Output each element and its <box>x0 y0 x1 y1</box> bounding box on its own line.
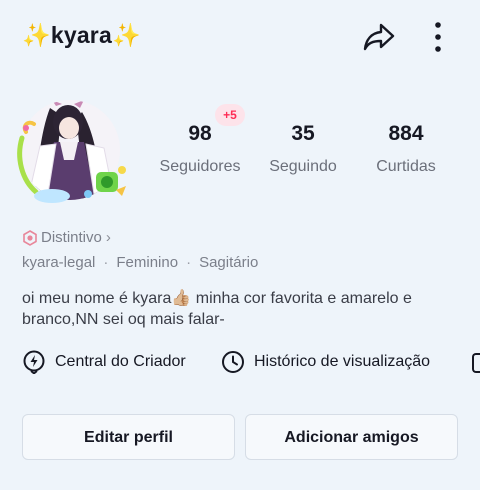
profile-meta: kyara-legal · Feminino · Sagitário <box>22 254 258 271</box>
likes-label: Curtidas <box>376 158 436 175</box>
partial-icon[interactable] <box>472 353 480 373</box>
profile-links: Central do Criador Histórico de visualiz… <box>22 346 480 378</box>
meta-separator: · <box>103 254 109 271</box>
chevron-right-icon: › <box>105 229 111 246</box>
meta-gender: Feminino <box>116 254 179 271</box>
badge-icon <box>23 229 37 246</box>
following-label: Seguindo <box>269 158 337 175</box>
stat-likes[interactable]: 884 Curtidas <box>356 122 456 176</box>
meta-sign: Sagitário <box>199 254 259 271</box>
followers-count: 98 <box>188 122 212 145</box>
more-options-button[interactable] <box>426 20 450 54</box>
creator-center-label: Central do Criador <box>55 353 186 370</box>
following-count: 35 <box>291 122 315 145</box>
watch-history-label: Histórico de visualização <box>254 353 431 370</box>
edit-profile-button[interactable]: Editar perfil <box>22 414 235 460</box>
likes-count: 884 <box>388 122 424 145</box>
distintivo-label: Distintivo <box>41 229 102 246</box>
meta-separator: · <box>186 254 192 271</box>
stat-followers[interactable]: 98 Seguidores <box>150 122 250 176</box>
add-friends-button[interactable]: Adicionar amigos <box>245 414 458 460</box>
profile-bio: oi meu nome é kyara👍🏼 minha cor favorita… <box>22 290 412 328</box>
profile-avatar[interactable] <box>12 98 138 204</box>
creator-center-icon <box>23 350 45 374</box>
meta-handle: kyara-legal <box>22 254 96 271</box>
stat-following[interactable]: 35 Seguindo <box>253 122 353 176</box>
followers-label: Seguidores <box>159 158 241 175</box>
top-bar: ✨kyara✨ <box>0 0 480 74</box>
creator-center-link[interactable]: Central do Criador <box>22 346 186 378</box>
share-button[interactable] <box>362 22 396 52</box>
more-vertical-icon <box>435 22 441 52</box>
profile-username: ✨kyara✨ <box>22 22 141 48</box>
watch-history-link[interactable]: Histórico de visualização <box>221 346 430 378</box>
distintivo-link[interactable]: Distintivo › <box>22 229 111 246</box>
share-arrow-icon <box>363 23 395 51</box>
clock-history-icon <box>222 351 244 373</box>
anime-character-avatar-icon <box>17 100 126 203</box>
